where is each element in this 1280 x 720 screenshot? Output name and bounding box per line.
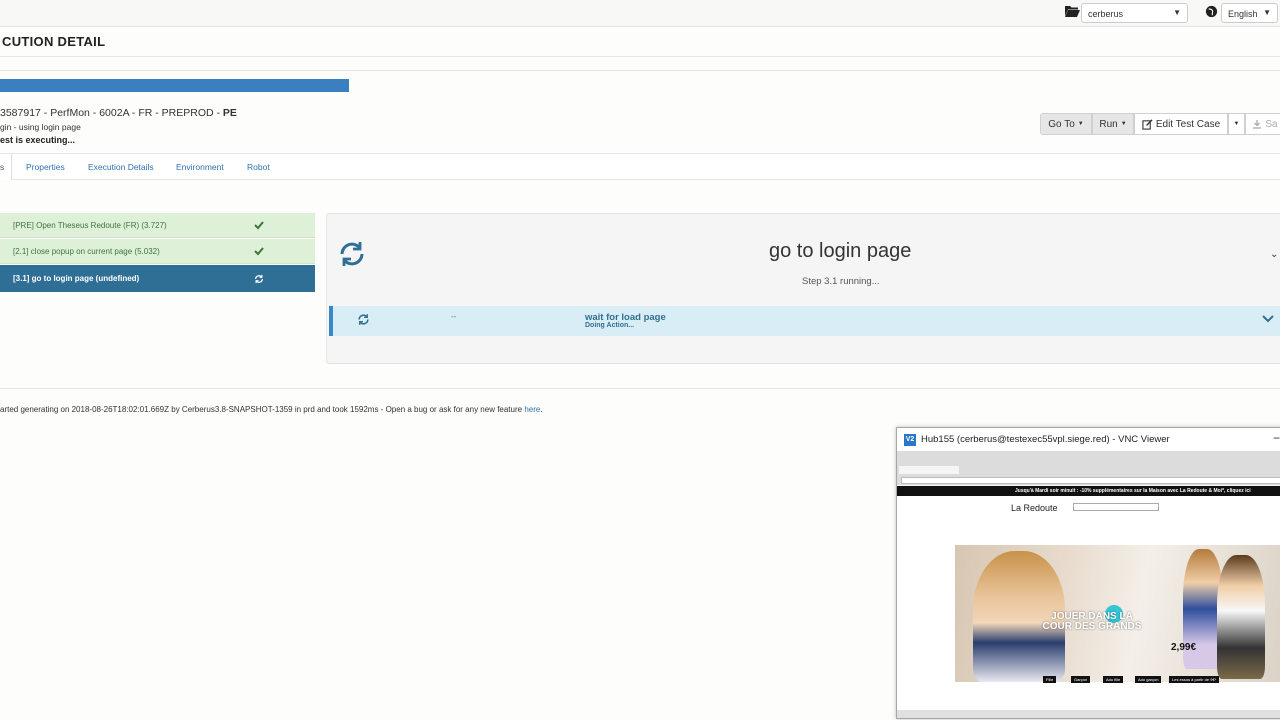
edit-test-case-button[interactable]: Edit Test Case: [1134, 113, 1228, 135]
remote-hero-button: Ado fille: [1103, 676, 1124, 683]
minimize-icon[interactable]: −: [1273, 431, 1280, 445]
remote-promo-text: Jusqu'à Mardi soir minuit : -10% supplém…: [1015, 488, 1251, 494]
tab-execution-details[interactable]: Execution Details: [88, 162, 154, 172]
step-detail-panel: [326, 213, 1280, 364]
vnc-viewer-window[interactable]: V2 Hub155 (cerberus@testexec55vpl.siege.…: [896, 427, 1280, 719]
language-select-value: English: [1228, 9, 1258, 19]
testcase-title-text: 3587917 - PerfMon - 6002A - FR - PREPROD…: [0, 107, 223, 119]
folder-open-icon: [1065, 6, 1080, 17]
step-label: [2.1] close popup on current page (5.032…: [13, 246, 160, 256]
remote-site-logo: La Redoute: [1011, 503, 1058, 513]
remote-taskbar: [897, 710, 1280, 718]
hero-photo-figure: [1217, 555, 1265, 679]
refresh-icon: [255, 274, 263, 283]
chevron-down-icon: ▼: [1173, 8, 1181, 17]
testcase-status: est is executing...: [0, 135, 76, 145]
remote-hero-text: JOUER DANS LA COUR DES GRANDS: [1042, 611, 1142, 632]
edit-icon: [1142, 118, 1153, 130]
step-label: [PRE] Open Theseus Redoute (FR) (3.727): [13, 220, 167, 230]
testcase-title: 3587917 - PerfMon - 6002A - FR - PREPROD…: [0, 107, 237, 119]
chevron-down-icon: ▼: [1263, 8, 1271, 17]
remote-search-input: [1073, 503, 1159, 511]
tab-robot[interactable]: Robot: [247, 162, 270, 172]
tab-steps-label: s: [0, 162, 5, 172]
download-icon: [1253, 120, 1262, 129]
chevron-down-icon[interactable]: ⌄: [1270, 249, 1278, 260]
tab-steps[interactable]: s: [0, 154, 12, 180]
run-button[interactable]: Run ▼: [1092, 113, 1134, 135]
globe-icon: [1205, 5, 1218, 18]
step-label: [3.1] go to login page (undefined): [13, 274, 140, 283]
chevron-down-icon[interactable]: [1262, 314, 1274, 324]
remote-hero-price: 2,99€: [1171, 642, 1197, 653]
caret-down-icon: ▼: [1233, 121, 1240, 127]
divider: [0, 56, 1280, 57]
vnc-window-title: Hub155 (cerberus@testexec55vpl.siege.red…: [921, 434, 1170, 445]
refresh-icon: [358, 314, 369, 325]
remote-hero-button: Fille: [1043, 676, 1057, 683]
step-item[interactable]: [PRE] Open Theseus Redoute (FR) (3.727): [0, 213, 315, 238]
tab-bar: s Properties Execution Details Environme…: [0, 153, 1280, 180]
save-label: Sa: [1265, 118, 1278, 130]
environment-select-value: cerberus: [1088, 9, 1124, 19]
divider: [0, 70, 1280, 71]
run-label: Run: [1099, 118, 1118, 130]
execution-progress-bar: [0, 79, 349, 92]
divider: [0, 388, 1280, 389]
check-icon: [254, 247, 264, 256]
remote-hero-button: Les essos à partir de 9€*: [1169, 676, 1220, 683]
save-button[interactable]: Sa: [1245, 113, 1280, 135]
footer-info: arted generating on 2018-08-26T18:02:01.…: [0, 405, 525, 414]
step-item-active[interactable]: [3.1] go to login page (undefined): [0, 265, 315, 292]
remote-browser-tab: [899, 466, 959, 474]
remote-hero-button: Ado garçon: [1135, 676, 1162, 683]
refresh-icon: [340, 242, 364, 266]
action-row[interactable]: [329, 306, 1280, 336]
step-detail-title: go to login page: [769, 240, 912, 262]
go-to-label: Go To: [1048, 118, 1075, 130]
check-icon: [254, 221, 264, 230]
footer-text: arted generating on 2018-08-26T18:02:01.…: [0, 405, 543, 414]
footer-end: .: [540, 405, 543, 414]
remote-url-bar: [901, 477, 1280, 484]
action-sort-value: --: [451, 312, 457, 321]
testcase-title-bold: PE: [222, 107, 237, 119]
caret-down-icon: ▼: [1077, 121, 1084, 127]
step-detail-status: Step 3.1 running...: [802, 276, 880, 287]
edit-dropdown-toggle[interactable]: ▼: [1228, 113, 1245, 135]
edit-test-case-label: Edit Test Case: [1155, 118, 1221, 130]
vnc-remote-screen[interactable]: Jusqu'à Mardi soir minuit : -10% supplém…: [897, 452, 1280, 718]
vnc-logo-icon: V2: [904, 434, 916, 446]
footer-link[interactable]: here: [524, 405, 540, 414]
step-item[interactable]: [2.1] close popup on current page (5.032…: [0, 239, 315, 264]
go-to-button[interactable]: Go To ▼: [1040, 113, 1092, 135]
testcase-description: gin - using login page: [0, 122, 81, 132]
tab-environment[interactable]: Environment: [176, 162, 224, 172]
page-title: CUTION DETAIL: [2, 34, 106, 49]
remote-hero-button: Garçon: [1071, 676, 1091, 683]
action-status: Doing Action...: [585, 322, 635, 329]
caret-down-icon: ▼: [1120, 121, 1127, 127]
tab-properties[interactable]: Properties: [26, 162, 65, 172]
language-select[interactable]: English ▼: [1221, 3, 1278, 23]
environment-select[interactable]: cerberus ▼: [1081, 3, 1188, 23]
